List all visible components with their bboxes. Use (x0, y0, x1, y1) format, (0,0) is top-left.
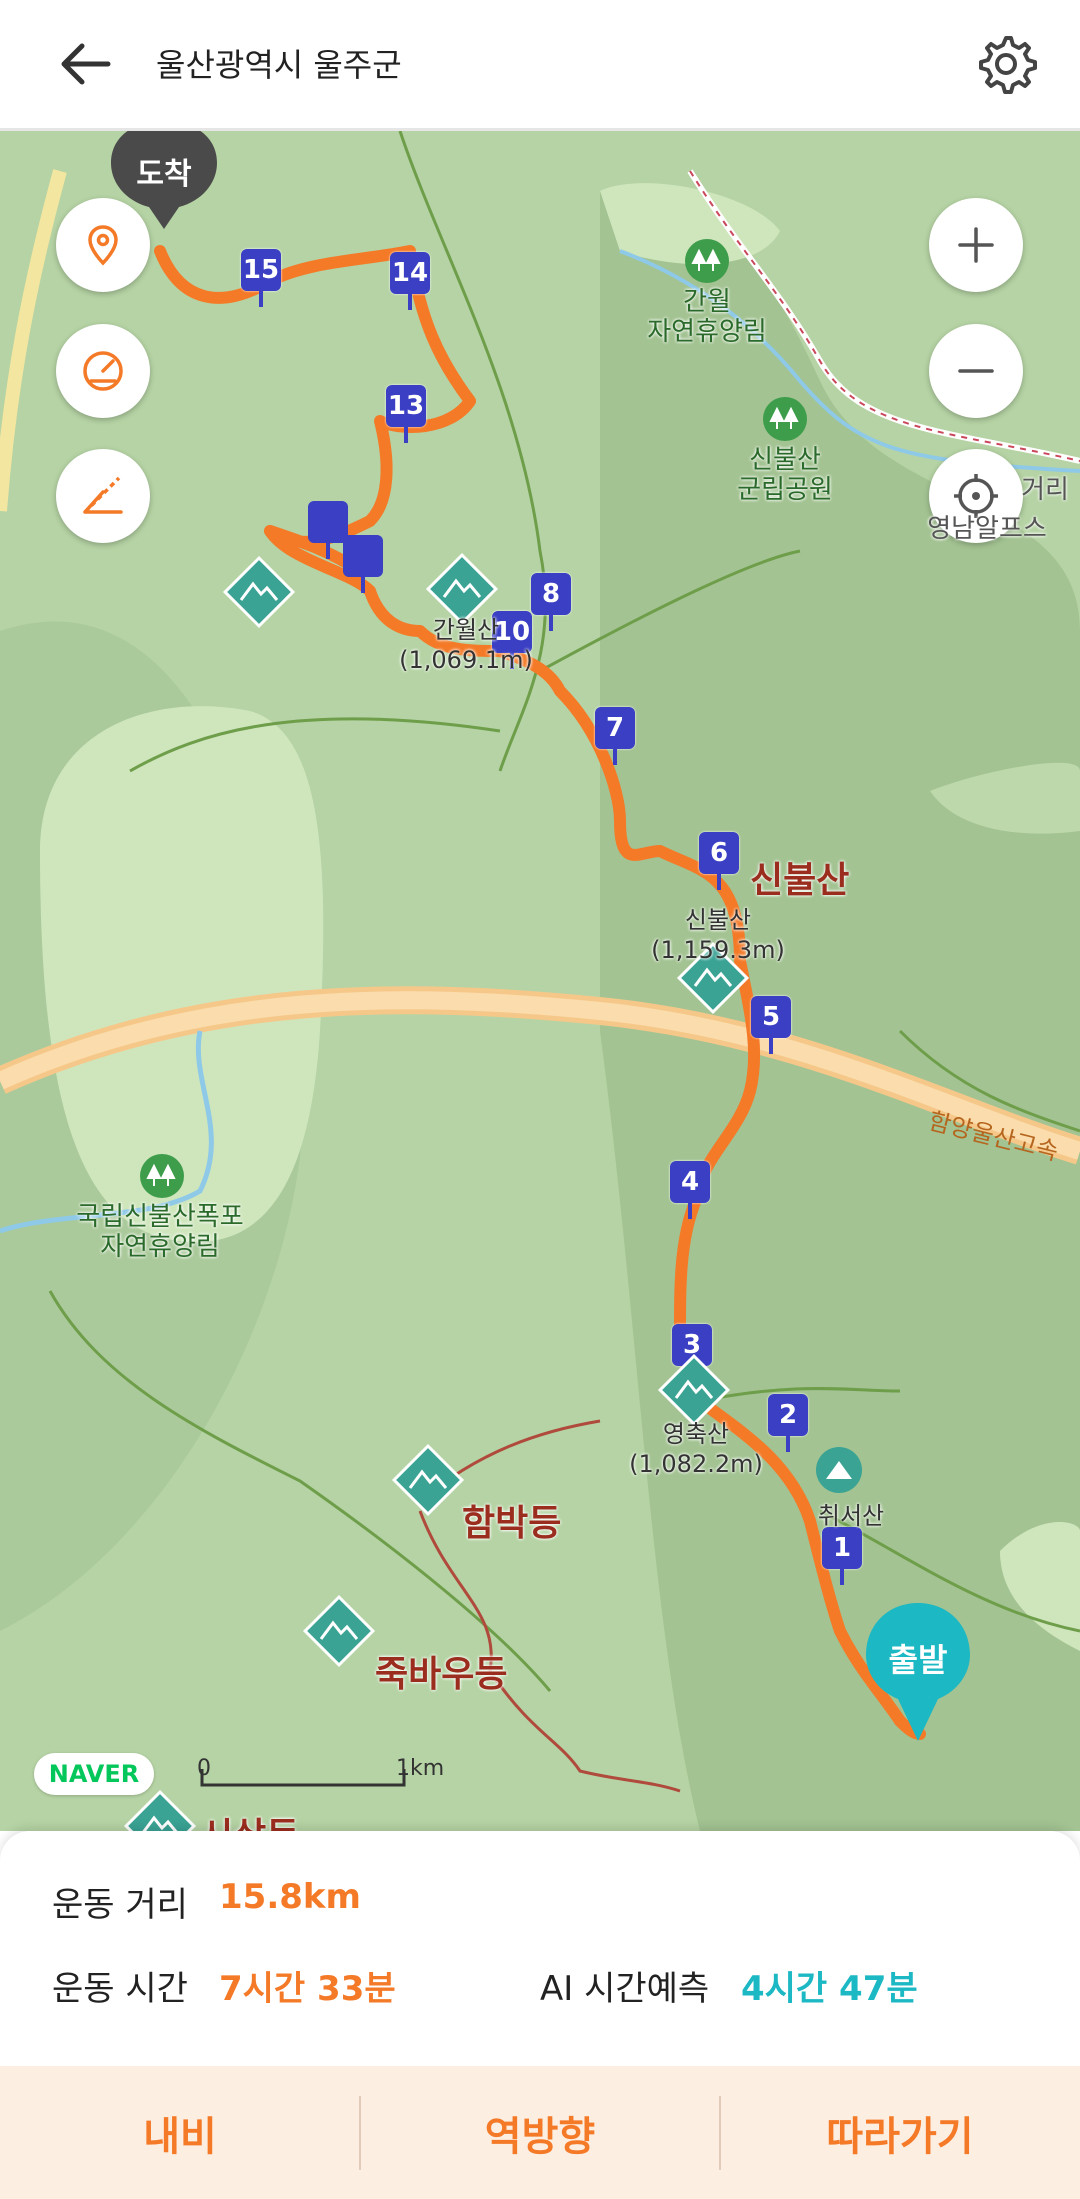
mountain-icon[interactable] (221, 554, 297, 630)
time-value: 7시간 33분 (219, 1969, 396, 2009)
waypoint-marker[interactable]: 14 (390, 252, 430, 312)
peak-label: 죽바우등 (375, 1654, 508, 1695)
mountain-icon[interactable] (390, 1442, 466, 1518)
arrival-label: 도착 (136, 157, 192, 192)
scale-bar (200, 1769, 406, 1787)
page-title: 울산광역시 울주군 (156, 46, 402, 84)
start-label: 출발 (888, 1641, 948, 1679)
waypoint-label: 15 (241, 249, 281, 291)
action-bar: 내비 역방향 따라가기 (0, 2066, 1080, 2199)
gear-icon (979, 36, 1037, 94)
place-label: 국립신불산폭포 자연휴양림 (76, 1202, 244, 1262)
zoom-in-button[interactable] (929, 198, 1023, 292)
forest-icon (685, 239, 729, 283)
distance-label: 운동 거리 (52, 1885, 188, 1925)
reverse-button[interactable]: 역방향 (360, 2066, 720, 2199)
scale-zero-label: 0 (197, 1756, 211, 1781)
place-label: 영남알프스 (927, 514, 1047, 544)
waypoint-label: 13 (386, 385, 426, 427)
waypoint-marker[interactable]: 5 (751, 996, 791, 1056)
place-label: 신불산 군립공원 (737, 445, 833, 505)
settings-button[interactable] (970, 28, 1042, 100)
unnumbered-waypoint-marker[interactable] (308, 501, 348, 561)
speedometer-button[interactable] (56, 324, 150, 418)
stats-panel: 운동 거리 15.8km 운동 시간 7시간 33분 AI 시간예측 4시간 4… (0, 1831, 1080, 2066)
waypoint-marker[interactable]: 7 (595, 707, 635, 767)
arrival-marker[interactable]: 도착 (111, 131, 217, 231)
trail-map[interactable]: 도착 출발 1 2 3 4 5 6 7 8 10 13 14 15 간월 자연휴양림 신불산 군립공원… (0, 131, 1080, 1831)
peak-label: 신불산 (750, 860, 850, 901)
back-button[interactable] (52, 28, 124, 100)
elevation-button[interactable] (56, 449, 150, 543)
app-header: 울산광역시 울주군 (0, 0, 1080, 131)
waypoint-label: 14 (390, 252, 430, 294)
plus-icon (958, 227, 994, 263)
waypoint-label: 6 (699, 832, 739, 874)
mountain-marker-icon (816, 1447, 862, 1493)
mountain-icon[interactable] (301, 1593, 377, 1669)
place-label: 간월 자연휴양림 (647, 287, 767, 347)
waypoint-label: 1 (822, 1527, 862, 1569)
follow-button[interactable]: 따라가기 (720, 2066, 1080, 2199)
waypoint-label: 7 (595, 707, 635, 749)
waypoint-label: 8 (531, 573, 571, 615)
arrow-left-icon (61, 43, 111, 85)
ai-time-label: AI 시간예측 (540, 1969, 710, 2009)
waypoint-label: 5 (751, 996, 791, 1038)
peak-label: 간월산 (1,069.1m) (399, 616, 533, 674)
waypoint-marker[interactable]: 13 (386, 385, 426, 445)
peak-label: 함박등 (462, 1503, 562, 1544)
scale-one-label: 1km (396, 1756, 445, 1781)
peak-label: 영축산 (1,082.2m) (629, 1420, 763, 1478)
peak-label: 시살등 (200, 1807, 299, 1831)
place-label: 거리 (1021, 475, 1069, 505)
zoom-out-button[interactable] (929, 324, 1023, 418)
forest-icon (140, 1154, 184, 1198)
start-marker[interactable]: 출발 (866, 1603, 970, 1743)
waypoint-marker[interactable]: 6 (699, 832, 739, 892)
elevation-icon (83, 476, 123, 514)
naver-logo: NAVER (34, 1753, 154, 1795)
minus-icon (958, 369, 994, 373)
ai-time-value: 4시간 47분 (741, 1969, 918, 2009)
map-base (0, 131, 1080, 1831)
speedometer-icon (83, 351, 123, 391)
unnumbered-waypoint-marker[interactable] (343, 535, 383, 595)
distance-value: 15.8km (219, 1877, 361, 1917)
forest-icon (763, 397, 807, 441)
waypoint-marker[interactable]: 1 (822, 1527, 862, 1587)
peak-label: 신불산 (1,159.3m) (651, 906, 785, 964)
waypoint-marker[interactable]: 4 (670, 1161, 710, 1221)
time-label: 운동 시간 (52, 1969, 188, 2009)
mountain-icon[interactable] (656, 1352, 732, 1428)
waypoint-label: 4 (670, 1161, 710, 1203)
peak-label: 취서산 (817, 1502, 885, 1530)
navi-button[interactable]: 내비 (0, 2066, 360, 2199)
waypoint-marker[interactable]: 15 (241, 249, 281, 309)
